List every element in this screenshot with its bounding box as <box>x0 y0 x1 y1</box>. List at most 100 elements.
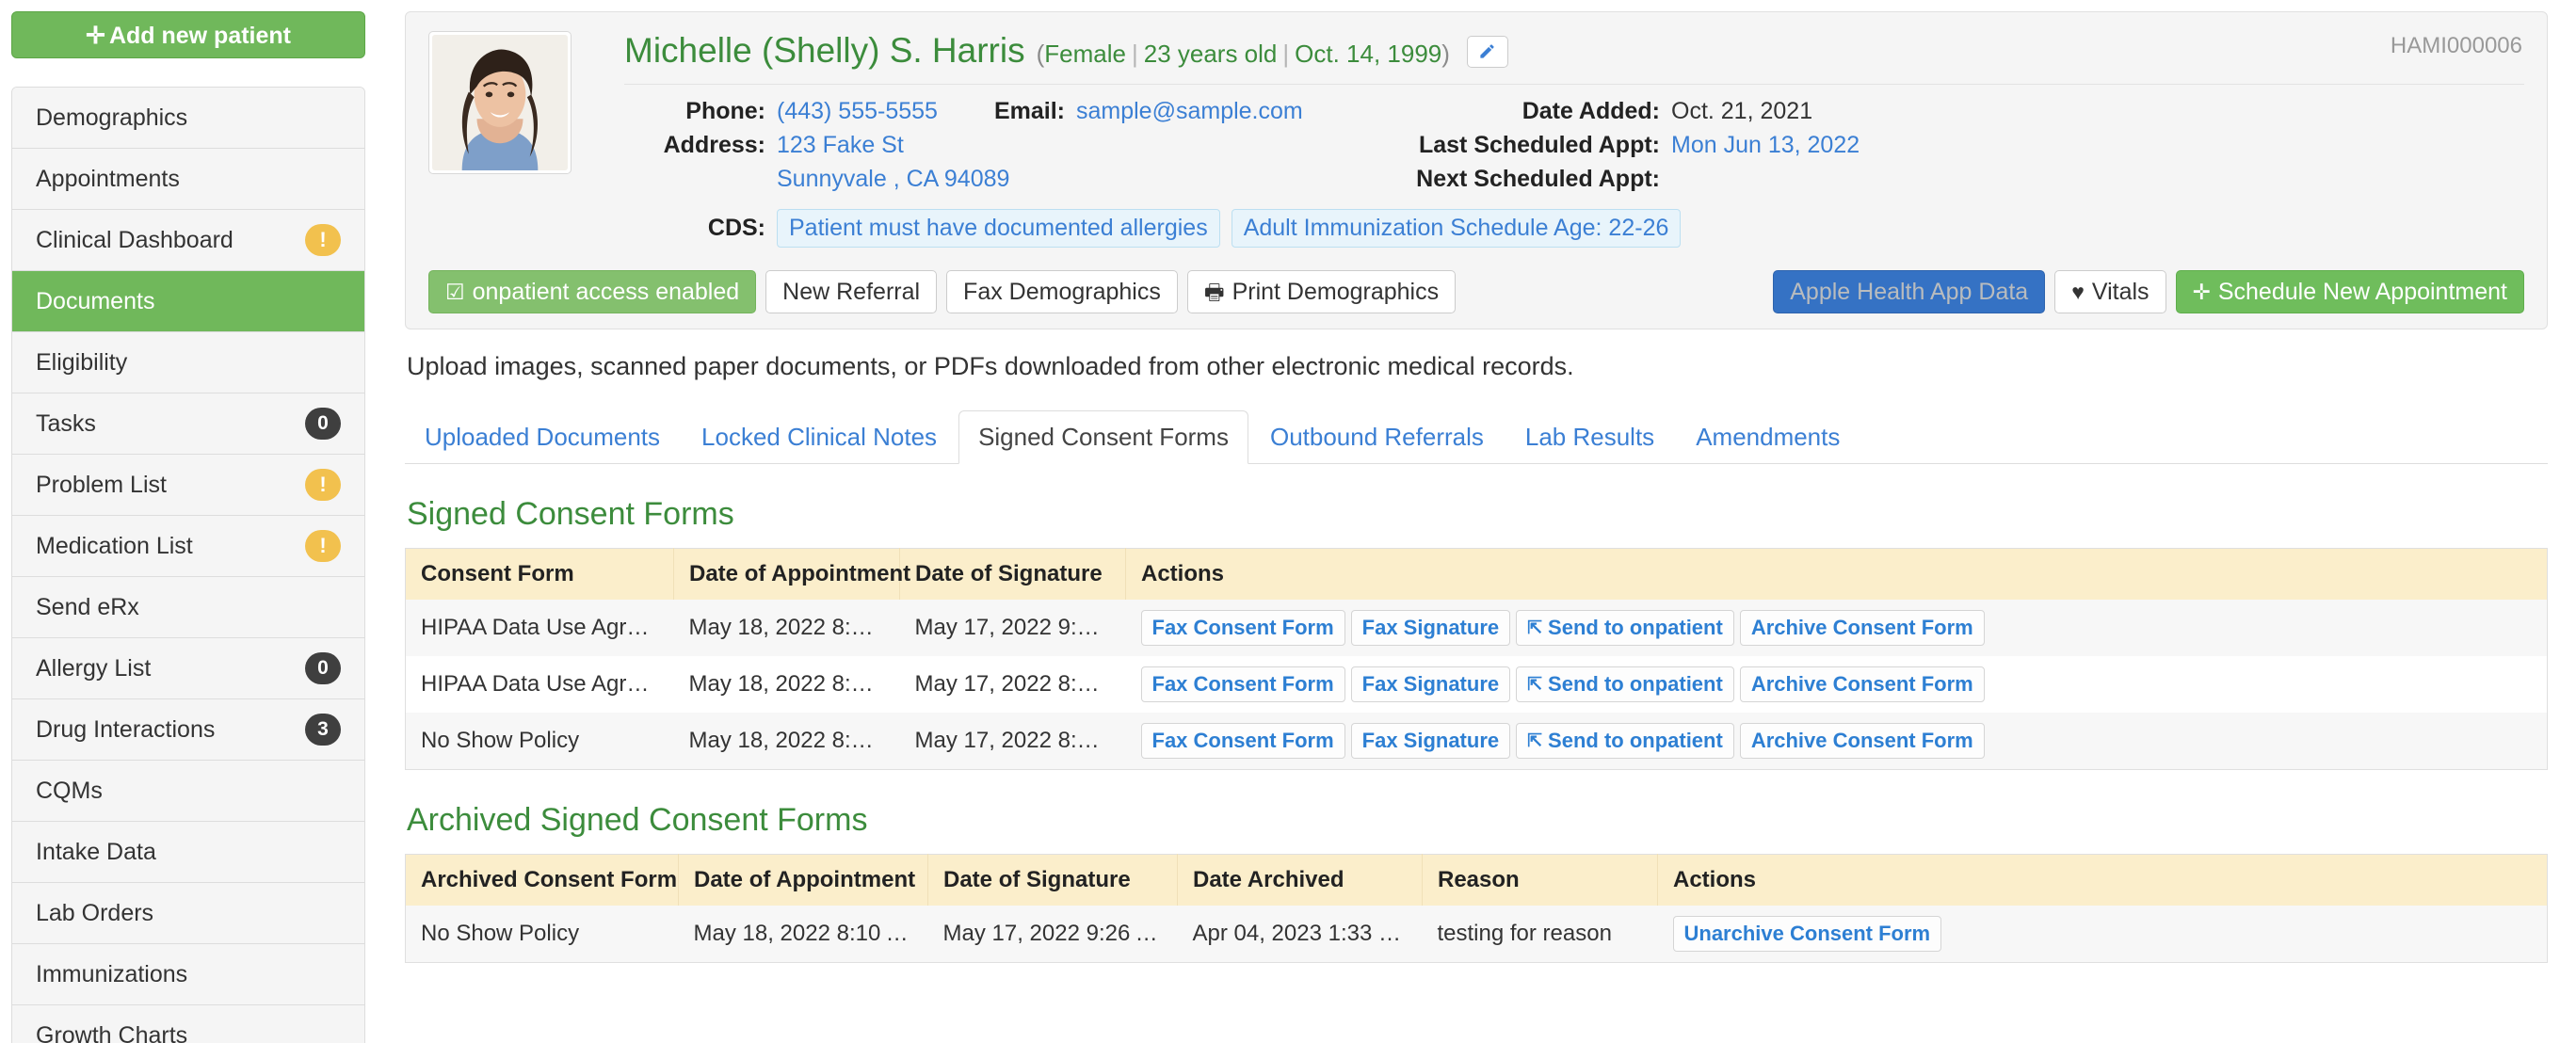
print-demographics-label: Print Demographics <box>1232 278 1440 305</box>
fax-signature-button[interactable]: Fax Signature <box>1350 723 1511 759</box>
signature-date-link[interactable]: May 17, 2022 8:22 AM <box>899 656 1126 713</box>
patient-header-panel: HAMI000006 Michelle (Shelly) S. Harris (… <box>405 11 2548 329</box>
date-added-label: Date Added: <box>1521 98 1660 124</box>
tab-locked-clinical-notes[interactable]: Locked Clinical Notes <box>682 410 957 464</box>
sidebar-item-drug-interactions[interactable]: Drug Interactions 3 <box>12 699 364 761</box>
send-to-onpatient-button[interactable]: ⇱ Send to onpatient <box>1516 666 1734 702</box>
patient-name-row: Michelle (Shelly) S. Harris (Female | 23 y… <box>624 31 2524 85</box>
tab-amendments[interactable]: Amendments <box>1676 410 1860 464</box>
signature-date-link[interactable]: May 17, 2022 8:22 AM <box>899 713 1126 770</box>
sidebar-item-label: Demographics <box>36 104 188 131</box>
archive-consent-form-button[interactable]: Archive Consent Form <box>1739 610 1985 646</box>
send-to-onpatient-button[interactable]: ⇱ Send to onpatient <box>1516 723 1734 759</box>
fax-signature-button[interactable]: Fax Signature <box>1350 610 1511 646</box>
sidebar-item-label: Documents <box>36 287 155 314</box>
email-label: Email: <box>993 98 1065 124</box>
appointment-date-link[interactable]: May 18, 2022 8:00 AM <box>673 713 900 770</box>
print-demographics-button[interactable]: 🖶 Print Demographics <box>1186 270 1457 313</box>
sidebar-item-cqms[interactable]: CQMs <box>12 761 364 822</box>
email-value[interactable]: sample@sample.com <box>1065 98 1303 125</box>
sidebar-item-lab-orders[interactable]: Lab Orders <box>12 883 364 944</box>
patient-dob: Oct. 14, 1999 <box>1295 40 1442 68</box>
fax-demographics-button[interactable]: Fax Demographics <box>946 270 1178 313</box>
consent-form-link[interactable]: HIPAA Data Use Agreement <box>405 600 674 656</box>
sidebar-item-documents[interactable]: Documents <box>12 271 364 332</box>
alert-badge-icon: ! <box>305 224 341 256</box>
sidebar-item-medication-list[interactable]: Medication List ! <box>12 516 364 577</box>
new-referral-button[interactable]: New Referral <box>765 270 938 313</box>
signed-consent-forms-heading: Signed Consent Forms <box>407 496 734 532</box>
add-new-patient-button[interactable]: ✛ Add new patient <box>11 11 365 58</box>
sidebar-item-immunizations[interactable]: Immunizations <box>12 944 364 1005</box>
sidebar-item-send-erx[interactable]: Send eRx <box>12 577 364 638</box>
vitals-label: Vitals <box>2091 278 2149 305</box>
sidebar-item-label: Drug Interactions <box>36 715 216 743</box>
count-badge: 0 <box>305 652 341 684</box>
appointment-date-link[interactable]: May 18, 2022 8:10 AM <box>678 906 928 963</box>
fax-consent-form-button[interactable]: Fax Consent Form <box>1140 723 1345 759</box>
archive-consent-form-button[interactable]: Archive Consent Form <box>1739 723 1985 759</box>
patient-gender: Female <box>1044 40 1126 68</box>
archive-consent-form-button[interactable]: Archive Consent Form <box>1739 666 1985 702</box>
sidebar-item-eligibility[interactable]: Eligibility <box>12 332 364 393</box>
archived-consent-forms-heading: Archived Signed Consent Forms <box>407 802 868 838</box>
tab-label: Uploaded Documents <box>425 423 661 451</box>
sidebar-item-intake-data[interactable]: Intake Data <box>12 822 364 883</box>
tab-label: Lab Results <box>1524 423 1655 451</box>
tab-outbound-referrals[interactable]: Outbound Referrals <box>1250 410 1504 464</box>
cds-alert-chip[interactable]: Patient must have documented allergies <box>777 209 1220 248</box>
last-scheduled-appt-label: Last Scheduled Appt: <box>1418 132 1660 158</box>
date-archived-value: Apr 04, 2023 1:33 PM <box>1177 906 1423 963</box>
separator: | <box>1131 40 1138 68</box>
address-line-1[interactable]: 123 Fake St <box>765 132 904 159</box>
appointment-date-link[interactable]: May 18, 2022 8:10 AM <box>673 600 900 656</box>
sidebar-item-clinical-dashboard[interactable]: Clinical Dashboard ! <box>12 210 364 271</box>
schedule-new-appointment-button[interactable]: ✛ Schedule New Appointment <box>2175 270 2524 313</box>
phone-value[interactable]: (443) 555-5555 <box>765 98 938 125</box>
consent-form-link[interactable]: HIPAA Data Use Agreement <box>405 656 674 713</box>
external-link-icon: ⇱ <box>1527 730 1543 751</box>
fax-consent-form-button[interactable]: Fax Consent Form <box>1140 666 1345 702</box>
archived-consent-form-link[interactable]: No Show Policy <box>405 906 679 963</box>
edit-patient-button[interactable] <box>1466 35 1508 68</box>
apple-health-app-data-button[interactable]: Apple Health App Data <box>1773 270 2046 313</box>
sidebar-item-label: Send eRx <box>36 593 139 620</box>
row-actions-cell: Fax Consent Form Fax Signature ⇱ Send to … <box>1125 656 2548 713</box>
sidebar-item-allergy-list[interactable]: Allergy List 0 <box>12 638 364 699</box>
row-actions-cell: Fax Consent Form Fax Signature ⇱ Send to … <box>1125 600 2548 656</box>
page-title: Michelle (Shelly) S. Harris <box>624 31 1025 70</box>
send-to-onpatient-label: Send to onpatient <box>1548 616 1723 639</box>
tab-signed-consent-forms[interactable]: Signed Consent Forms <box>958 410 1248 464</box>
signature-date-link[interactable]: May 17, 2022 9:26 AM <box>899 600 1126 656</box>
row-actions-cell: Fax Consent Form Fax Signature ⇱ Send to … <box>1125 713 2548 770</box>
tab-uploaded-documents[interactable]: Uploaded Documents <box>405 410 680 464</box>
vitals-button[interactable]: ♥ Vitals <box>2054 270 2166 313</box>
sidebar-item-demographics[interactable]: Demographics <box>12 88 364 149</box>
table-row: No Show Policy May 18, 2022 8:10 AM May … <box>405 906 2548 963</box>
onpatient-access-button[interactable]: ☑ onpatient access enabled <box>428 270 757 313</box>
alert-badge-icon: ! <box>305 469 341 501</box>
tab-label: Amendments <box>1696 423 1841 451</box>
signature-date-link[interactable]: May 17, 2022 9:26 AM <box>927 906 1178 963</box>
sidebar-item-tasks[interactable]: Tasks 0 <box>12 393 364 455</box>
last-scheduled-appt-value[interactable]: Mon Jun 13, 2022 <box>1660 132 1860 159</box>
consent-form-link[interactable]: No Show Policy <box>405 713 674 770</box>
paren-open: ( <box>1036 40 1045 68</box>
unarchive-consent-form-button[interactable]: Unarchive Consent Form <box>1672 916 1942 952</box>
table-row: HIPAA Data Use Agreement May 18, 2022 8:… <box>405 656 2548 713</box>
appointment-date-link[interactable]: May 18, 2022 8:00 AM <box>673 656 900 713</box>
fax-signature-button[interactable]: Fax Signature <box>1350 666 1511 702</box>
address-line-2[interactable]: Sunnyvale , CA 94089 <box>765 166 1009 193</box>
sidebar-item-growth-charts[interactable]: Growth Charts <box>12 1005 364 1043</box>
fax-consent-form-button[interactable]: Fax Consent Form <box>1140 610 1345 646</box>
main-content: HAMI000006 Michelle (Shelly) S. Harris (… <box>377 0 2576 1043</box>
column-header-date-of-appointment: Date of Appointment <box>678 854 928 906</box>
tab-lab-results[interactable]: Lab Results <box>1505 410 1674 464</box>
date-added-row: Date Added: Oct. 21, 2021 <box>1321 98 2524 125</box>
table-header-row: Archived Consent Form Date of Appointmen… <box>405 854 2548 906</box>
cds-alert-chip[interactable]: Adult Immunization Schedule Age: 22-26 <box>1231 209 1682 248</box>
sidebar-item-appointments[interactable]: Appointments <box>12 149 364 210</box>
table-row: HIPAA Data Use Agreement May 18, 2022 8:… <box>405 600 2548 656</box>
send-to-onpatient-button[interactable]: ⇱ Send to onpatient <box>1516 610 1734 646</box>
sidebar-item-problem-list[interactable]: Problem List ! <box>12 455 364 516</box>
